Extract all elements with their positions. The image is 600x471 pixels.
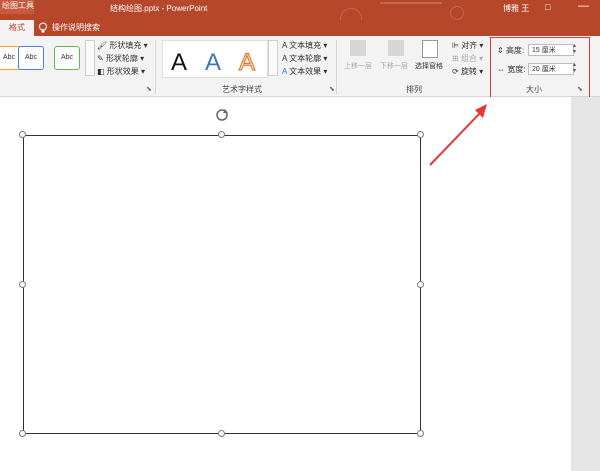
group-button[interactable]: ⊞ 组合 ▾ — [452, 53, 483, 64]
group-label-wordart: 艺术字样式 — [222, 85, 262, 94]
tab-format[interactable]: 格式 — [0, 20, 34, 36]
restore-window-icon[interactable]: □ — [545, 2, 550, 12]
pen-icon: ✎ — [97, 54, 104, 63]
bring-forward-button[interactable]: 上移一层 — [344, 61, 372, 71]
shape-fill-button[interactable]: 🖌 形状填充 ▾ — [97, 40, 148, 51]
minimize-icon[interactable]: — — [578, 0, 589, 12]
selection-pane-button[interactable]: 选择窗格 — [415, 61, 443, 71]
annotation-arrow-icon — [429, 104, 487, 166]
paint-bucket-icon: 🖌 — [97, 41, 108, 50]
divider — [155, 40, 156, 94]
highlight-box — [490, 37, 590, 103]
send-backward-icon — [388, 40, 404, 56]
text-outline-icon: A — [282, 54, 287, 63]
send-backward-button[interactable]: 下移一层 — [380, 61, 408, 71]
divider — [336, 40, 337, 94]
selection-pane-icon — [422, 40, 438, 58]
wordart-style[interactable]: A — [171, 49, 187, 77]
wordart-gallery[interactable]: A A A — [162, 40, 268, 78]
wordart-style[interactable]: A — [205, 49, 221, 77]
vertical-scrollbar[interactable] — [571, 97, 600, 471]
user-name[interactable]: 博雅 王 — [503, 3, 529, 14]
align-button[interactable]: ⊫ 对齐 ▾ — [452, 40, 483, 51]
wordart-style[interactable]: A — [238, 48, 255, 77]
decorative-circle-icon — [450, 6, 464, 20]
context-tab-drawing-tools[interactable]: 绘图工具 — [0, 0, 34, 14]
bring-forward-icon — [350, 40, 366, 56]
effects-icon: ◧ — [97, 67, 105, 76]
group-label-arrange: 排列 — [406, 85, 422, 94]
resize-handle[interactable] — [417, 430, 424, 437]
shape-effects-button[interactable]: ◧ 形状效果 ▾ — [97, 66, 145, 77]
title-bar: 绘图工具 结构绘图.pptx - PowerPoint 博雅 王 □ — — [0, 0, 600, 30]
text-effects-button[interactable]: A 文本效果 ▾ — [282, 66, 327, 77]
rectangle-shape[interactable] — [23, 135, 421, 434]
resize-handle[interactable] — [19, 281, 26, 288]
text-fill-button[interactable]: A 文本填充 ▾ — [282, 40, 327, 51]
document-title: 结构绘图.pptx - PowerPoint — [110, 4, 208, 13]
rotate-handle-icon[interactable] — [215, 108, 229, 122]
shape-outline-button[interactable]: ✎ 形状轮廓 ▾ — [97, 53, 144, 64]
resize-handle[interactable] — [218, 430, 225, 437]
resize-handle[interactable] — [19, 430, 26, 437]
dialog-launcher-icon[interactable]: ⬊ — [146, 85, 152, 93]
resize-handle[interactable] — [19, 131, 26, 138]
resize-handle[interactable] — [417, 131, 424, 138]
decorative-line — [380, 2, 442, 4]
text-outline-button[interactable]: A 文本轮廓 ▾ — [282, 53, 327, 64]
text-effects-icon: A — [282, 67, 287, 76]
shape-style-swatch[interactable]: Abc — [54, 46, 80, 70]
rotate-button[interactable]: ⟳ 旋转 ▾ — [452, 66, 483, 77]
ribbon-tab-bar: 格式 操作说明搜索 — [0, 20, 600, 36]
lightbulb-icon — [39, 22, 47, 33]
rotate-icon: ⟳ — [452, 67, 459, 76]
style-gallery-scroll[interactable] — [85, 40, 95, 76]
shape-style-swatch[interactable]: Abc — [18, 46, 44, 70]
align-icon: ⊫ — [452, 41, 459, 50]
tell-me-search[interactable]: 操作说明搜索 — [52, 22, 100, 33]
resize-handle[interactable] — [218, 131, 225, 138]
dialog-launcher-icon[interactable]: ⬊ — [329, 85, 335, 93]
text-fill-icon: A — [282, 41, 287, 50]
wordart-gallery-scroll[interactable] — [268, 40, 278, 76]
group-icon: ⊞ — [452, 54, 459, 63]
resize-handle[interactable] — [417, 281, 424, 288]
